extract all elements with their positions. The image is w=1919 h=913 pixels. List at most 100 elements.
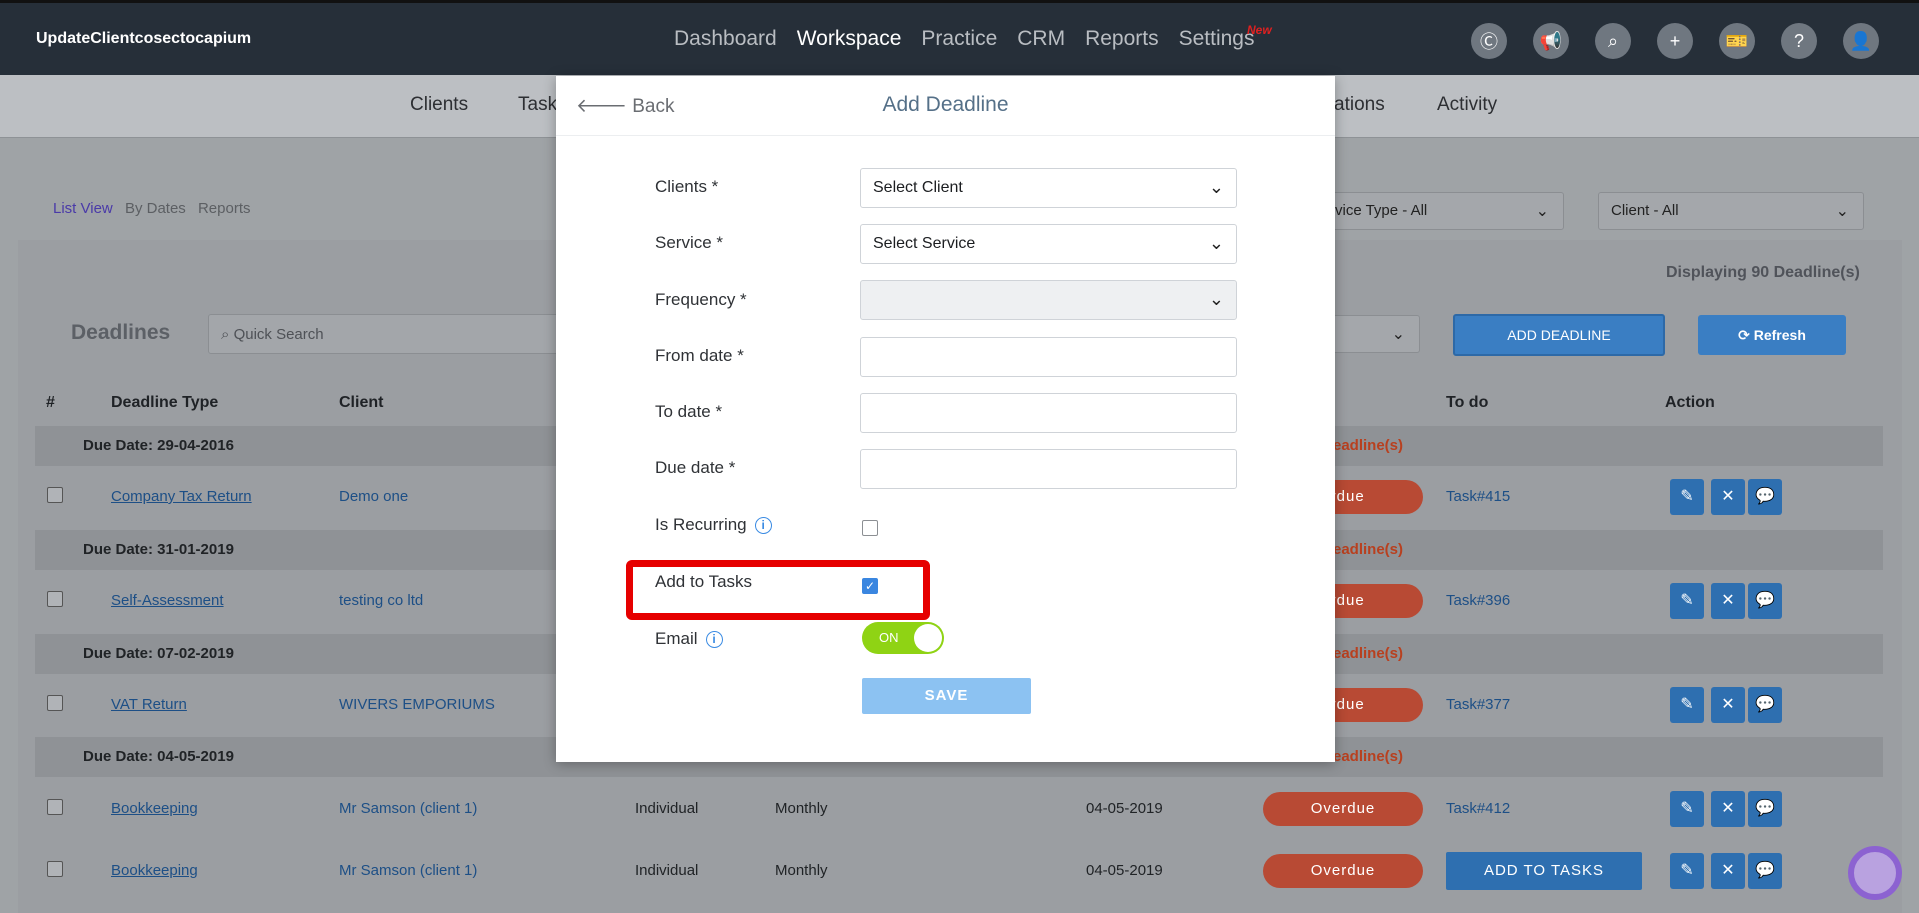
save-button[interactable]: SAVE bbox=[862, 678, 1031, 714]
megaphone-icon[interactable]: 📢 bbox=[1533, 23, 1569, 59]
col-header-deadline-type: Deadline Type bbox=[111, 394, 219, 411]
deadline-type-link[interactable]: Self-Assessment bbox=[111, 592, 224, 609]
group-deadline-count: eadline(s) bbox=[1333, 645, 1404, 662]
client-link[interactable]: Mr Samson (client 1) bbox=[339, 800, 477, 817]
tab-reports[interactable]: Reports bbox=[198, 200, 251, 217]
service-label: Service * bbox=[655, 233, 724, 252]
client-link[interactable]: Demo one bbox=[339, 488, 408, 505]
info-icon[interactable]: i bbox=[705, 631, 723, 649]
deadline-type-link[interactable]: Bookkeeping bbox=[111, 862, 198, 879]
service-select[interactable]: Select Service ⌄ bbox=[860, 224, 1237, 264]
row-checkbox[interactable] bbox=[47, 799, 63, 815]
plus-icon[interactable]: + bbox=[1657, 23, 1693, 59]
group-deadline-count: eadline(s) bbox=[1333, 437, 1404, 454]
top-navbar: UpdateClientcosectocapium Dashboard Work… bbox=[0, 0, 1919, 75]
client-link[interactable]: testing co ltd bbox=[339, 592, 423, 609]
delete-icon[interactable]: ✕ bbox=[1711, 687, 1745, 723]
comments-icon[interactable]: 💬 bbox=[1748, 853, 1782, 889]
comments-icon[interactable]: 💬 bbox=[1748, 687, 1782, 723]
capium-logo-icon[interactable]: Ⓒ bbox=[1471, 23, 1507, 59]
tab-list-view[interactable]: List View bbox=[53, 200, 113, 217]
nav-workspace[interactable]: Workspace bbox=[797, 27, 902, 51]
status-badge: Overdue bbox=[1263, 792, 1423, 826]
nav-crm[interactable]: CRM bbox=[1017, 27, 1065, 51]
comments-icon[interactable]: 💬 bbox=[1748, 583, 1782, 619]
comments-icon[interactable]: 💬 bbox=[1748, 479, 1782, 515]
new-badge: New bbox=[1247, 23, 1272, 37]
add-deadline-modal: 🡐 Back Add Deadline Clients * Select Cli… bbox=[556, 76, 1335, 762]
task-link[interactable]: Task#415 bbox=[1446, 488, 1510, 505]
chat-widget-icon[interactable] bbox=[1848, 846, 1902, 900]
edit-icon[interactable]: ✎ bbox=[1670, 479, 1704, 515]
add-deadline-button[interactable]: ADD DEADLINE bbox=[1453, 314, 1665, 356]
client-filter[interactable]: Client - All ⌄ bbox=[1598, 192, 1864, 230]
edit-icon[interactable]: ✎ bbox=[1670, 853, 1704, 889]
due-date-input[interactable] bbox=[860, 449, 1237, 489]
search-icon[interactable]: ⌕ bbox=[1595, 23, 1631, 59]
nav-reports[interactable]: Reports bbox=[1085, 27, 1159, 51]
subnav-activity[interactable]: Activity bbox=[1437, 94, 1497, 116]
deadline-type-link[interactable]: VAT Return bbox=[111, 696, 187, 713]
col-header-todo: To do bbox=[1446, 394, 1489, 411]
quick-search-input[interactable]: ⌕ Quick Search bbox=[208, 314, 568, 354]
from-date-input[interactable] bbox=[860, 337, 1237, 377]
delete-icon[interactable]: ✕ bbox=[1711, 479, 1745, 515]
frequency-select[interactable]: ⌄ bbox=[860, 280, 1237, 320]
delete-icon[interactable]: ✕ bbox=[1711, 853, 1745, 889]
help-icon[interactable]: ? bbox=[1781, 23, 1817, 59]
refresh-icon: ⟳ bbox=[1738, 327, 1754, 343]
task-link[interactable]: Task#412 bbox=[1446, 800, 1510, 817]
nav-dashboard[interactable]: Dashboard bbox=[674, 27, 777, 51]
top-icons: Ⓒ 📢 ⌕ + 🎫 ? 👤 bbox=[1471, 23, 1879, 59]
displaying-count: Displaying 90 Deadline(s) bbox=[1666, 264, 1860, 281]
due-date-label: Due date * bbox=[655, 458, 736, 477]
task-link[interactable]: Task#396 bbox=[1446, 592, 1510, 609]
row-checkbox[interactable] bbox=[47, 695, 63, 711]
nav-settings[interactable]: Settings bbox=[1179, 27, 1255, 51]
row-checkbox[interactable] bbox=[47, 591, 63, 607]
client-link[interactable]: WIVERS EMPORIUMS bbox=[339, 696, 495, 713]
clients-select[interactable]: Select Client ⌄ bbox=[860, 168, 1237, 208]
is-recurring-checkbox[interactable] bbox=[862, 520, 878, 536]
task-link[interactable]: Task#377 bbox=[1446, 696, 1510, 713]
edit-icon[interactable]: ✎ bbox=[1670, 583, 1704, 619]
refresh-button[interactable]: ⟳ Refresh bbox=[1698, 315, 1846, 355]
subnav-notifications[interactable]: ations bbox=[1334, 94, 1385, 116]
client-link[interactable]: Mr Samson (client 1) bbox=[339, 862, 477, 879]
email-toggle[interactable]: ON bbox=[862, 622, 944, 654]
edit-icon[interactable]: ✎ bbox=[1670, 687, 1704, 723]
nav-practice[interactable]: Practice bbox=[921, 27, 997, 51]
chevron-down-icon: ⌄ bbox=[1391, 326, 1405, 343]
add-to-tasks-button[interactable]: ADD TO TASKS bbox=[1446, 852, 1642, 890]
view-tabs: List View By Dates Reports bbox=[53, 200, 259, 217]
filter-dropdown[interactable]: ⌄ bbox=[1322, 315, 1420, 353]
info-icon[interactable]: i bbox=[754, 517, 772, 535]
to-date-input[interactable] bbox=[860, 393, 1237, 433]
service-type-filter[interactable]: vice Type - All ⌄ bbox=[1322, 192, 1564, 230]
delete-icon[interactable]: ✕ bbox=[1711, 791, 1745, 827]
col-header-action: Action bbox=[1665, 394, 1715, 411]
main-nav: Dashboard Workspace Practice CRM Reports… bbox=[674, 27, 1275, 51]
ticket-icon[interactable]: 🎫 bbox=[1719, 23, 1755, 59]
subnav-clients[interactable]: Clients bbox=[410, 94, 468, 116]
app-title[interactable]: UpdateClientcosectocapium bbox=[36, 30, 251, 48]
search-icon: ⌕ bbox=[221, 326, 234, 343]
comments-icon[interactable]: 💬 bbox=[1748, 791, 1782, 827]
status-badge: Overdue bbox=[1263, 854, 1423, 888]
row-checkbox[interactable] bbox=[47, 861, 63, 877]
group-deadline-count: eadline(s) bbox=[1333, 541, 1404, 558]
table-row: Bookkeeping Mr Samson (client 1) Individ… bbox=[35, 778, 1883, 840]
entity-type: Individual bbox=[635, 862, 699, 879]
row-checkbox[interactable] bbox=[47, 487, 63, 503]
user-icon[interactable]: 👤 bbox=[1843, 23, 1879, 59]
frequency: Monthly bbox=[775, 800, 828, 817]
due-date: 04-05-2019 bbox=[1086, 862, 1163, 879]
is-recurring-label: Is Recurring i bbox=[655, 515, 772, 535]
chevron-down-icon: ⌄ bbox=[1835, 203, 1849, 220]
deadline-type-link[interactable]: Bookkeeping bbox=[111, 800, 198, 817]
tab-by-dates[interactable]: By Dates bbox=[125, 200, 186, 217]
deadline-type-link[interactable]: Company Tax Return bbox=[111, 488, 252, 505]
edit-icon[interactable]: ✎ bbox=[1670, 791, 1704, 827]
delete-icon[interactable]: ✕ bbox=[1711, 583, 1745, 619]
chevron-down-icon: ⌄ bbox=[1208, 233, 1224, 253]
